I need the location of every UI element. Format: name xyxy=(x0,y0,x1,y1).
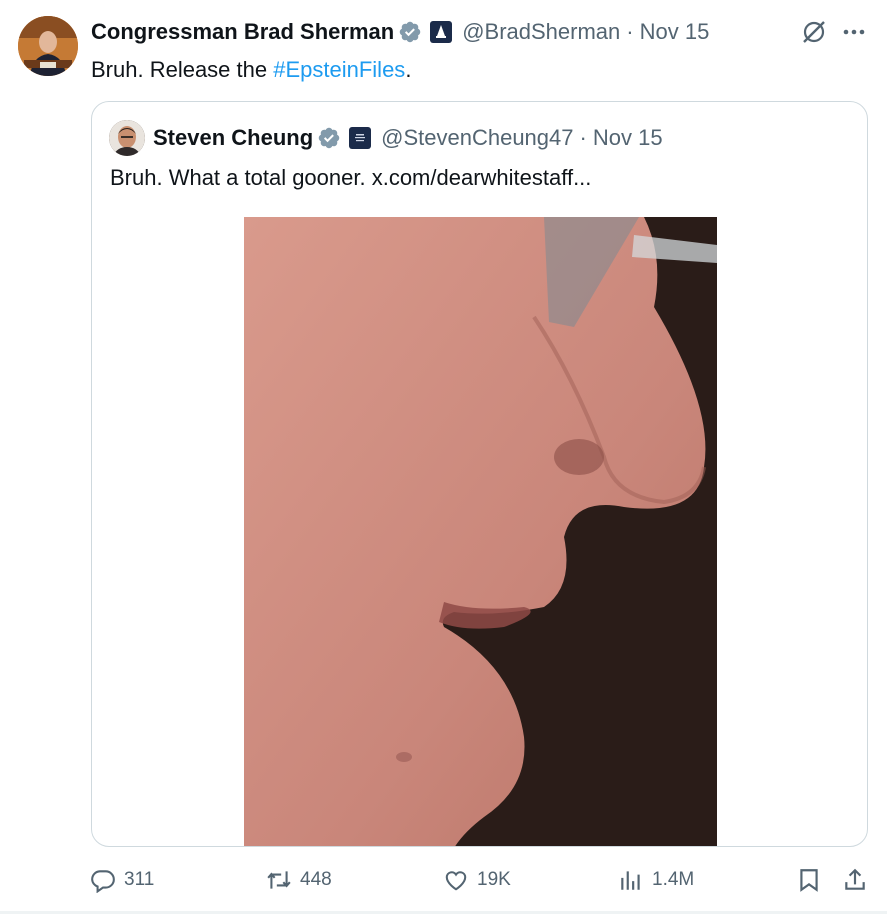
government-affiliation-icon[interactable] xyxy=(430,21,453,43)
like-icon xyxy=(445,871,467,891)
quoted-tweet[interactable]: Steven Cheung @StevenCheung47 · Nov 15 B… xyxy=(91,101,868,847)
reply-count: 311 xyxy=(124,869,155,890)
verified-badge-icon[interactable] xyxy=(398,20,422,44)
hashtag-link[interactable]: #EpsteinFiles xyxy=(273,57,405,82)
tweet-text-prefix: Bruh. Release the xyxy=(91,57,274,82)
verified-badge-icon[interactable] xyxy=(317,126,341,150)
bookmark-button[interactable] xyxy=(796,860,830,900)
like-button[interactable]: 19K xyxy=(443,860,511,900)
author-avatar[interactable] xyxy=(18,16,78,76)
quoted-tweet-header: Steven Cheung @StevenCheung47 · Nov 15 xyxy=(153,122,663,154)
tweet-action-bar: 311 448 19K 1.4M xyxy=(0,860,887,900)
views-icon xyxy=(621,871,640,890)
tweet-date[interactable]: Nov 15 xyxy=(640,19,710,45)
author-name[interactable]: Congressman Brad Sherman xyxy=(91,19,394,45)
like-count: 19K xyxy=(477,869,511,890)
repost-count: 448 xyxy=(300,869,332,890)
grok-icon[interactable] xyxy=(800,18,828,46)
repost-icon xyxy=(267,871,291,889)
more-icon[interactable] xyxy=(840,18,868,46)
bookmark-icon xyxy=(800,869,818,892)
views-count: 1.4M xyxy=(652,869,695,890)
share-button[interactable] xyxy=(842,860,876,900)
tweet-header: Congressman Brad Sherman @BradSherman · … xyxy=(91,17,709,47)
reply-icon xyxy=(91,870,115,893)
author-handle[interactable]: @BradSherman xyxy=(462,19,620,45)
repost-button[interactable]: 448 xyxy=(266,860,332,900)
tweet-text-suffix: . xyxy=(405,57,412,82)
separator-dot: · xyxy=(626,19,634,44)
separator-dot: · xyxy=(579,125,587,150)
quoted-tweet-date[interactable]: Nov 15 xyxy=(593,125,663,151)
views-button[interactable]: 1.4M xyxy=(618,860,694,900)
quoted-author-name[interactable]: Steven Cheung xyxy=(153,125,313,151)
reply-button[interactable]: 311 xyxy=(90,860,154,900)
quoted-author-avatar[interactable] xyxy=(109,120,145,156)
quoted-media-image[interactable] xyxy=(244,217,717,846)
quoted-author-handle[interactable]: @StevenCheung47 xyxy=(381,125,573,151)
quoted-tweet-text: Bruh. What a total gooner. x.com/dearwhi… xyxy=(110,165,592,190)
share-icon xyxy=(845,868,865,890)
tweet-text: Bruh. Release the #EpsteinFiles. xyxy=(91,56,411,84)
government-affiliation-icon[interactable] xyxy=(349,127,372,149)
